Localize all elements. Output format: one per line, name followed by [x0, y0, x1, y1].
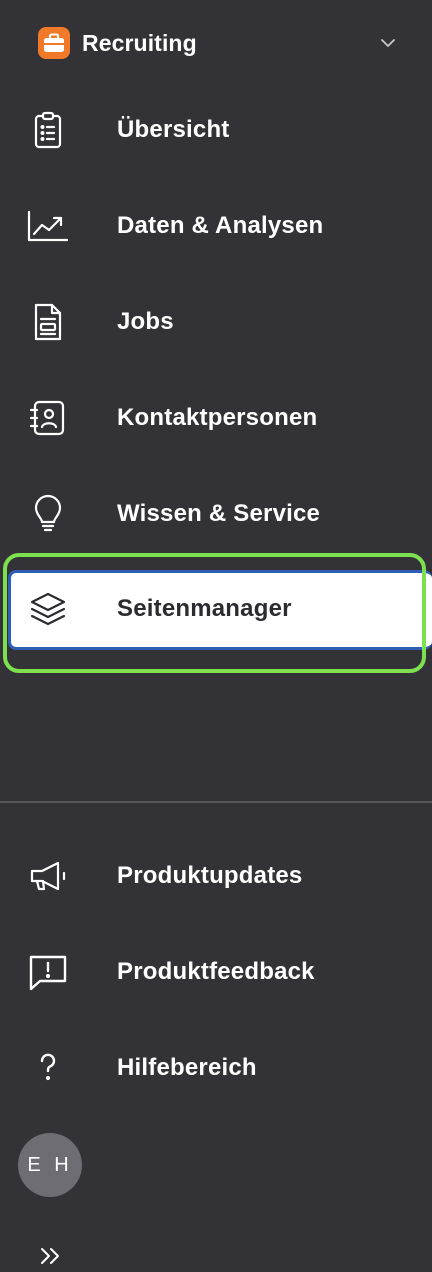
nav-item-uebersicht[interactable]: Übersicht	[0, 90, 432, 170]
expand-sidebar-icon[interactable]	[36, 1244, 64, 1268]
chart-trend-icon	[26, 204, 70, 248]
nav-label: Produktfeedback	[117, 958, 315, 985]
nav-label: Wissen & Service	[117, 500, 321, 527]
question-icon	[26, 1046, 70, 1090]
nav-label: Produktupdates	[117, 862, 303, 889]
megaphone-icon	[26, 854, 70, 898]
layers-icon	[26, 588, 70, 632]
avatar[interactable]: E H	[18, 1133, 82, 1197]
nav-item-wissen-service[interactable]: Wissen & Service	[0, 474, 432, 554]
nav-item-jobs[interactable]: Jobs	[0, 282, 432, 362]
sidebar: Recruiting Übersicht Daten & Analysen Jo…	[0, 0, 432, 1272]
nav-item-daten-analysen[interactable]: Daten & Analysen	[0, 186, 432, 266]
lightbulb-icon	[26, 492, 70, 536]
nav-label: Kontaktpersonen	[117, 404, 318, 431]
briefcase-icon	[38, 27, 70, 59]
contact-card-icon	[26, 396, 70, 440]
nav-item-kontaktpersonen[interactable]: Kontaktpersonen	[0, 378, 432, 458]
nav-label: Daten & Analysen	[117, 212, 324, 239]
nav-item-hilfebereich[interactable]: Hilfebereich	[0, 1028, 432, 1108]
document-icon	[26, 300, 70, 344]
nav-label: Jobs	[117, 308, 174, 335]
nav-item-seitenmanager[interactable]: Seitenmanager	[0, 566, 432, 650]
nav-label: Seitenmanager	[117, 595, 292, 622]
clipboard-list-icon	[26, 108, 70, 152]
chevron-down-icon[interactable]	[378, 33, 398, 53]
feedback-icon	[26, 950, 70, 994]
app-switcher[interactable]: Recruiting	[38, 25, 408, 61]
nav-item-produktupdates[interactable]: Produktupdates	[0, 836, 432, 916]
app-name: Recruiting	[82, 29, 197, 56]
divider	[0, 801, 432, 803]
nav-label: Übersicht	[117, 116, 230, 143]
nav-label: Hilfebereich	[117, 1054, 257, 1081]
nav-item-produktfeedback[interactable]: Produktfeedback	[0, 932, 432, 1012]
